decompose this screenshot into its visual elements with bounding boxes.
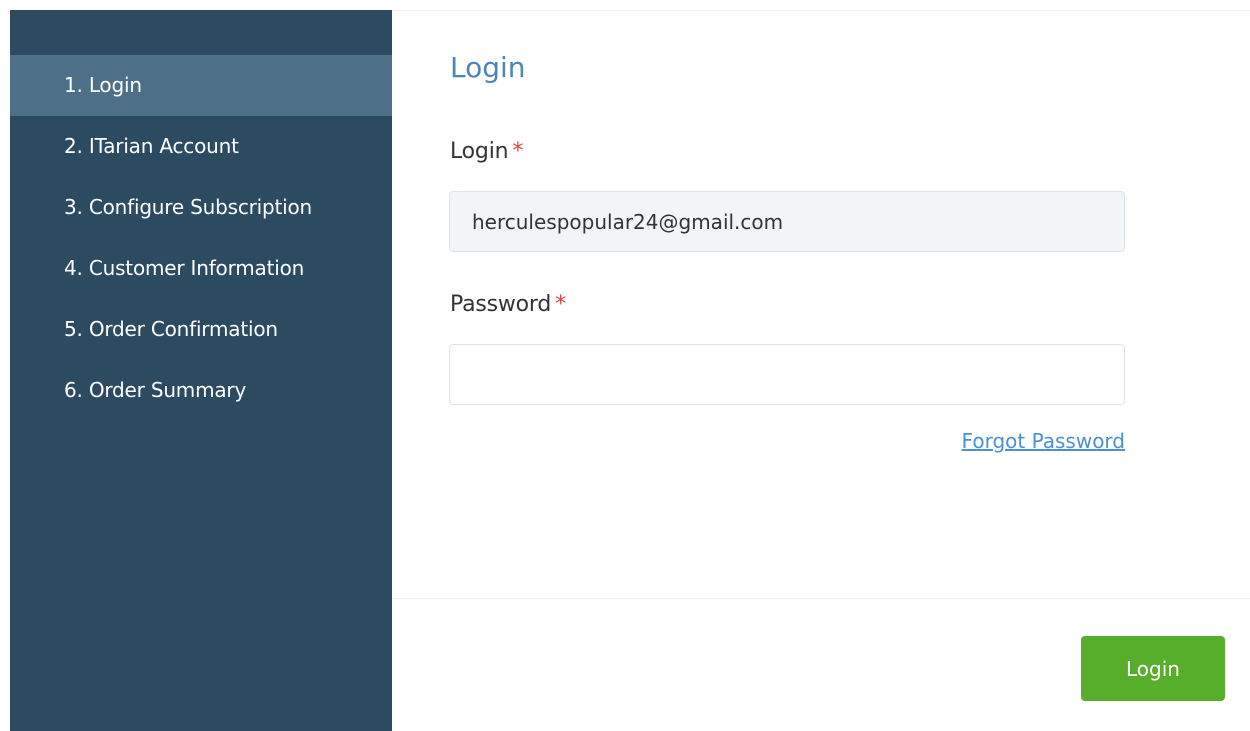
- required-marker: *: [512, 139, 524, 164]
- step-login[interactable]: 1. Login: [10, 55, 392, 116]
- login-input[interactable]: [449, 191, 1125, 252]
- wizard-sidebar: 1. Login 2. ITarian Account 3. Configure…: [10, 10, 392, 731]
- footer-divider: [392, 598, 1250, 599]
- password-label-text: Password: [450, 292, 552, 317]
- wizard-steps: 1. Login 2. ITarian Account 3. Configure…: [10, 55, 392, 421]
- login-button[interactable]: Login: [1081, 636, 1225, 701]
- login-label-text: Login: [450, 139, 509, 164]
- step-itarian-account[interactable]: 2. ITarian Account: [10, 116, 392, 177]
- page: 1. Login 2. ITarian Account 3. Configure…: [0, 0, 1250, 731]
- login-field-label: Login *: [450, 139, 523, 164]
- required-marker: *: [555, 292, 566, 317]
- step-customer-information[interactable]: 4. Customer Information: [10, 238, 392, 299]
- step-order-confirmation[interactable]: 5. Order Confirmation: [10, 299, 392, 360]
- forgot-password-link[interactable]: Forgot Password: [962, 429, 1125, 453]
- step-order-summary[interactable]: 6. Order Summary: [10, 360, 392, 421]
- password-input[interactable]: [449, 344, 1125, 405]
- password-field-label: Password *: [450, 292, 566, 317]
- step-configure-subscription[interactable]: 3. Configure Subscription: [10, 177, 392, 238]
- page-title: Login: [450, 51, 526, 84]
- login-panel: Login Login* Password* Forgot Password L…: [392, 10, 1250, 731]
